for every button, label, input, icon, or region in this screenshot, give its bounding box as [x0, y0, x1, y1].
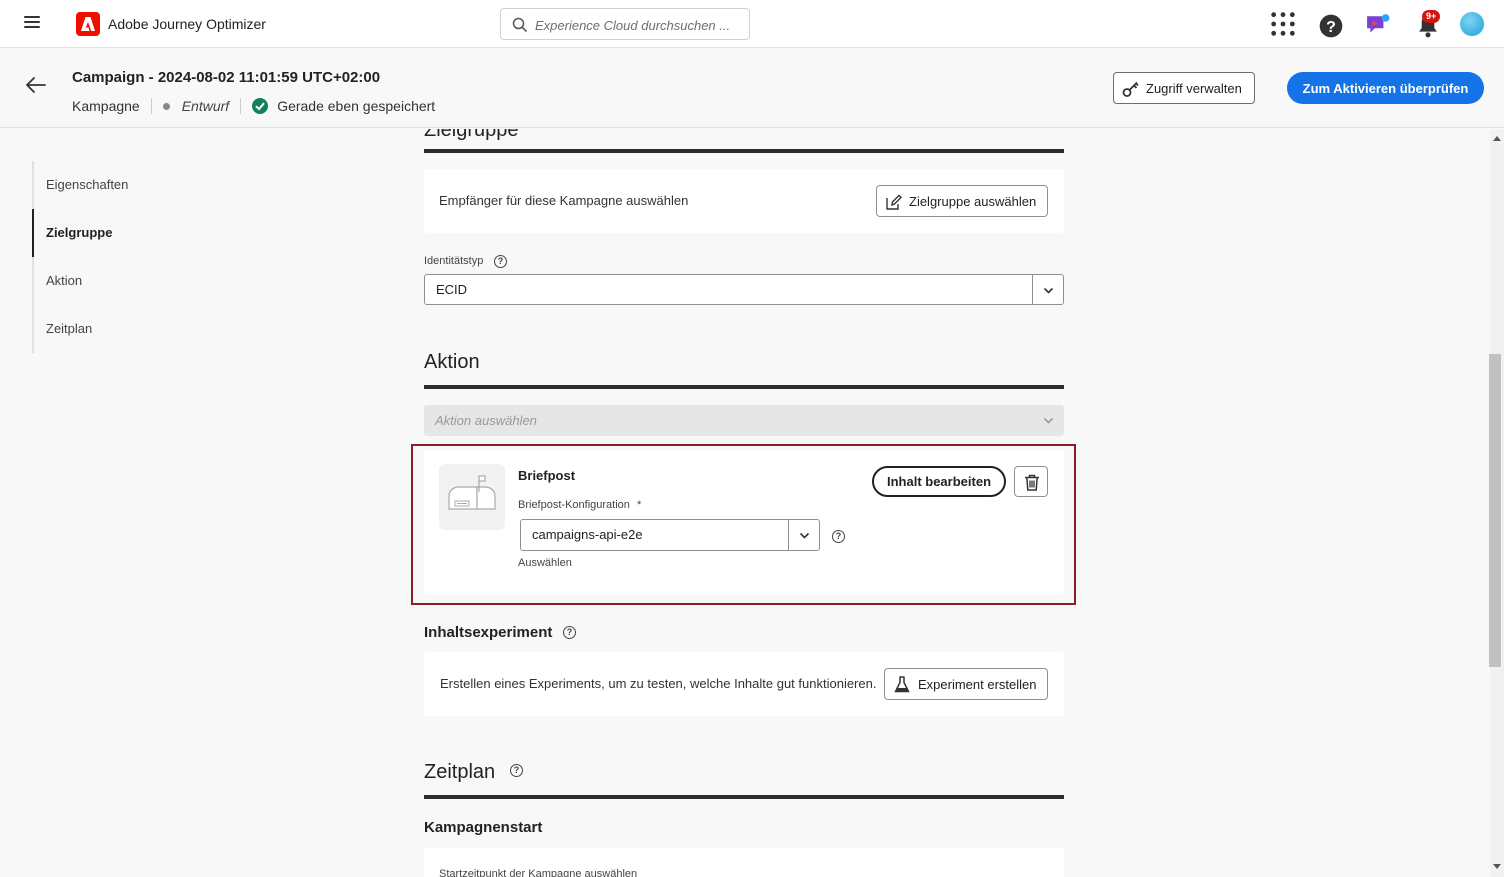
- audience-heading: Zielgruppe: [424, 129, 519, 141]
- select-audience-label: Zielgruppe auswählen: [909, 193, 1037, 209]
- edit-pencil-icon: [886, 194, 902, 210]
- status-dot-icon: [162, 102, 170, 110]
- manage-access-label: Zugriff verwalten: [1146, 80, 1242, 96]
- scroll-down-icon[interactable]: [1493, 864, 1501, 870]
- help-icon[interactable]: ?: [1319, 14, 1343, 38]
- config-select[interactable]: campaigns-api-e2e: [520, 519, 820, 551]
- experiment-card: Erstellen eines Experiments, um zu teste…: [424, 652, 1064, 716]
- divider: [150, 98, 152, 114]
- experiment-card-text: Erstellen eines Experiments, um zu teste…: [440, 676, 877, 691]
- action-select-placeholder: Aktion auswählen: [435, 413, 537, 428]
- top-bar: Adobe Journey Optimizer ? 9+: [0, 0, 1504, 48]
- campaign-header: Campaign - 2024-08-02 11:01:59 UTC+02:00…: [0, 49, 1504, 128]
- page-title: Campaign - 2024-08-02 11:01:59 UTC+02:00: [72, 69, 381, 86]
- required-mark: *: [636, 499, 642, 511]
- notifications-badge: 9+: [1422, 10, 1441, 23]
- search-box[interactable]: [500, 8, 750, 40]
- divider: [240, 98, 242, 114]
- review-to-activate-button[interactable]: Zum Aktivieren überprüfen: [1287, 72, 1484, 104]
- section-divider: [424, 795, 1064, 799]
- help-icon[interactable]: ?: [563, 626, 576, 639]
- campaign-meta: Kampagne Entwurf Gerade eben gespeichert: [72, 98, 435, 114]
- chevron-down-icon[interactable]: [788, 520, 819, 550]
- channel-name: Briefpost: [518, 468, 576, 483]
- adobe-logo-icon[interactable]: [76, 12, 100, 36]
- delete-button[interactable]: [1014, 466, 1048, 497]
- audience-card: Empfänger für diese Kampagne auswählen Z…: [424, 169, 1064, 233]
- search-input[interactable]: [535, 15, 735, 35]
- section-divider: [424, 385, 1064, 389]
- campaign-type: Kampagne: [72, 98, 140, 114]
- back-arrow-icon[interactable]: [26, 77, 46, 93]
- apps-grid-icon[interactable]: [1271, 12, 1295, 36]
- main-content: Zielgruppe Empfänger für diese Kampagne …: [0, 129, 1490, 877]
- chevron-down-icon[interactable]: [1032, 275, 1063, 304]
- campaign-start-heading: Kampagnenstart: [424, 819, 543, 836]
- schedule-heading: Zeitplan: [424, 761, 496, 783]
- audience-card-text: Empfänger für diese Kampagne auswählen: [439, 193, 689, 208]
- identity-type-label: Identitätstyp: [424, 255, 484, 267]
- chat-feedback-icon[interactable]: [1366, 13, 1390, 37]
- create-experiment-label: Experiment erstellen: [918, 676, 1037, 692]
- action-heading: Aktion: [424, 351, 480, 373]
- section-divider: [424, 149, 1064, 153]
- status-badge: Entwurf: [181, 98, 230, 114]
- config-label: Briefpost-Konfiguration *: [518, 499, 642, 511]
- svg-text:?: ?: [1326, 19, 1336, 36]
- experiment-heading: Inhaltsexperiment: [424, 624, 553, 641]
- start-time-label: Startzeitpunkt der Kampagne auswählen: [439, 868, 638, 877]
- saved-check-icon: [252, 98, 269, 114]
- select-audience-button[interactable]: Zielgruppe auswählen: [876, 185, 1048, 217]
- identity-type-value: ECID: [436, 282, 468, 297]
- app-name[interactable]: Adobe Journey Optimizer: [108, 16, 266, 32]
- hamburger-menu-icon[interactable]: [24, 16, 40, 30]
- identity-type-select[interactable]: ECID: [424, 274, 1064, 305]
- help-icon[interactable]: ?: [832, 530, 845, 543]
- help-icon[interactable]: ?: [494, 255, 507, 268]
- edit-content-button[interactable]: Inhalt bearbeiten: [872, 466, 1006, 497]
- beaker-icon: [894, 676, 910, 693]
- scrollbar-thumb[interactable]: [1489, 354, 1501, 667]
- create-experiment-button[interactable]: Experiment erstellen: [884, 668, 1048, 700]
- manage-access-button[interactable]: Zugriff verwalten: [1113, 72, 1255, 104]
- schedule-card: Startzeitpunkt der Kampagne auswählen: [424, 848, 1064, 877]
- chevron-down-icon: [1043, 417, 1054, 424]
- mailbox-icon: [439, 464, 505, 530]
- saved-status: Gerade eben gespeichert: [277, 98, 436, 114]
- user-avatar[interactable]: [1460, 12, 1484, 36]
- config-help-text: Auswählen: [518, 557, 572, 569]
- action-select: Aktion auswählen: [424, 405, 1064, 436]
- help-icon[interactable]: ?: [510, 764, 523, 777]
- scroll-up-icon[interactable]: [1493, 135, 1501, 141]
- search-icon: [512, 17, 528, 33]
- trash-icon: [1025, 474, 1039, 491]
- config-value: campaigns-api-e2e: [532, 527, 643, 542]
- key-icon: [1122, 81, 1139, 97]
